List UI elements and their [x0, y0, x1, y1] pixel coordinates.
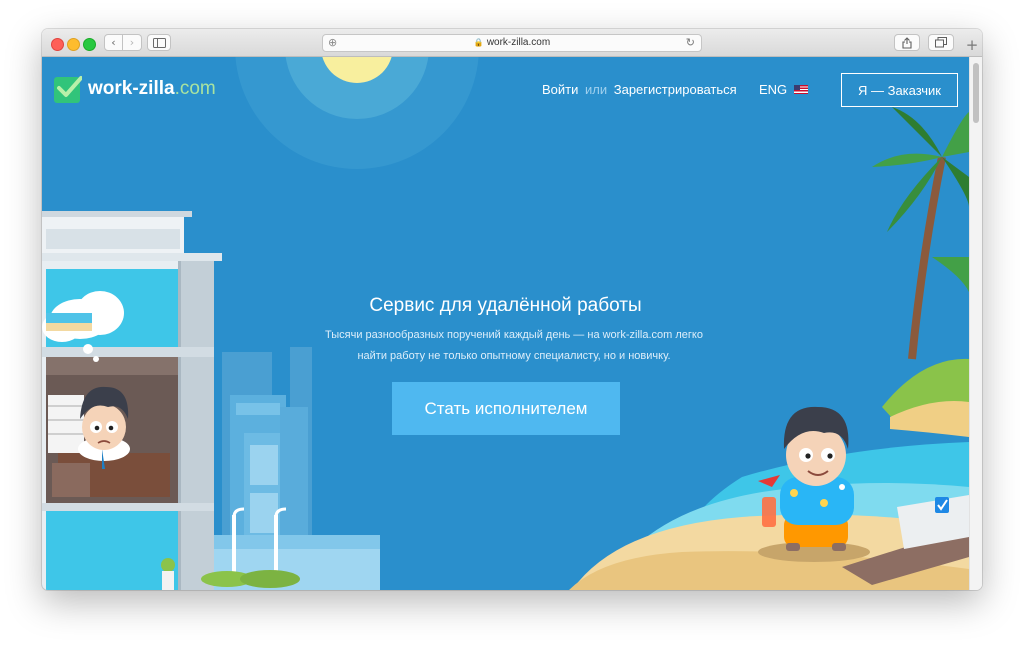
- register-link[interactable]: Зарегистрироваться: [614, 82, 737, 97]
- site-logo[interactable]: work-zilla.com: [54, 75, 216, 103]
- share-button[interactable]: [894, 34, 920, 51]
- hero-subtitle-line-2: найти работу не только опытному специали…: [357, 350, 671, 362]
- logo-domain: .com: [174, 78, 216, 99]
- hero-title: Сервис для удалённой работы: [369, 295, 642, 316]
- become-freelancer-button[interactable]: Стать исполнителем: [392, 382, 620, 435]
- browser-window: ‹ › ⊕ 🔒 work-zilla.com ↻ + work-zilla.co…: [42, 29, 982, 590]
- sun: [235, 57, 479, 169]
- scrollbar-thumb[interactable]: [973, 63, 979, 123]
- auth-links: Войти или Зарегистрироваться: [542, 82, 737, 97]
- new-tab-button[interactable]: +: [962, 36, 982, 58]
- hero-subtitle-line-1: Тысячи разнообразных поручений каждый де…: [325, 329, 703, 341]
- chevron-right-icon: ›: [129, 36, 135, 49]
- logo-name: work-zilla: [88, 78, 175, 99]
- close-window-button[interactable]: [51, 38, 64, 51]
- forward-button[interactable]: ›: [123, 34, 142, 51]
- address-bar[interactable]: ⊕ 🔒 work-zilla.com ↻: [322, 34, 702, 52]
- language-label: ENG: [759, 82, 788, 97]
- tab-overview-button[interactable]: [928, 34, 954, 51]
- sidebar-toggle-button[interactable]: [147, 34, 171, 51]
- sidebar-icon: [152, 37, 166, 48]
- city-skyline: [192, 347, 380, 590]
- tabs-icon: [935, 37, 947, 48]
- browser-toolbar: ‹ › ⊕ 🔒 work-zilla.com ↻: [42, 29, 982, 57]
- or-separator: или: [585, 82, 608, 97]
- minimize-window-button[interactable]: [67, 38, 80, 51]
- chevron-left-icon: ‹: [111, 36, 116, 49]
- reload-icon[interactable]: ↻: [686, 36, 695, 49]
- us-flag-icon: [794, 85, 809, 94]
- language-switcher[interactable]: ENG: [759, 82, 809, 97]
- url-text: work-zilla.com: [486, 37, 551, 48]
- lock-icon: 🔒: [473, 38, 484, 47]
- login-link[interactable]: Войти: [542, 82, 578, 97]
- zoom-window-button[interactable]: [83, 38, 96, 51]
- logo-check-icon: [54, 76, 82, 103]
- share-icon: [902, 36, 912, 49]
- client-button[interactable]: Я — Заказчик: [841, 73, 958, 107]
- hero-illustration: [42, 57, 969, 590]
- page-scrollbar[interactable]: [969, 57, 982, 590]
- back-button[interactable]: ‹: [104, 34, 123, 51]
- web-page: work-zilla.com Войти или Зарегистрироват…: [42, 57, 969, 590]
- hero-subtitle: Тысячи разнообразных поручений каждый де…: [304, 325, 724, 367]
